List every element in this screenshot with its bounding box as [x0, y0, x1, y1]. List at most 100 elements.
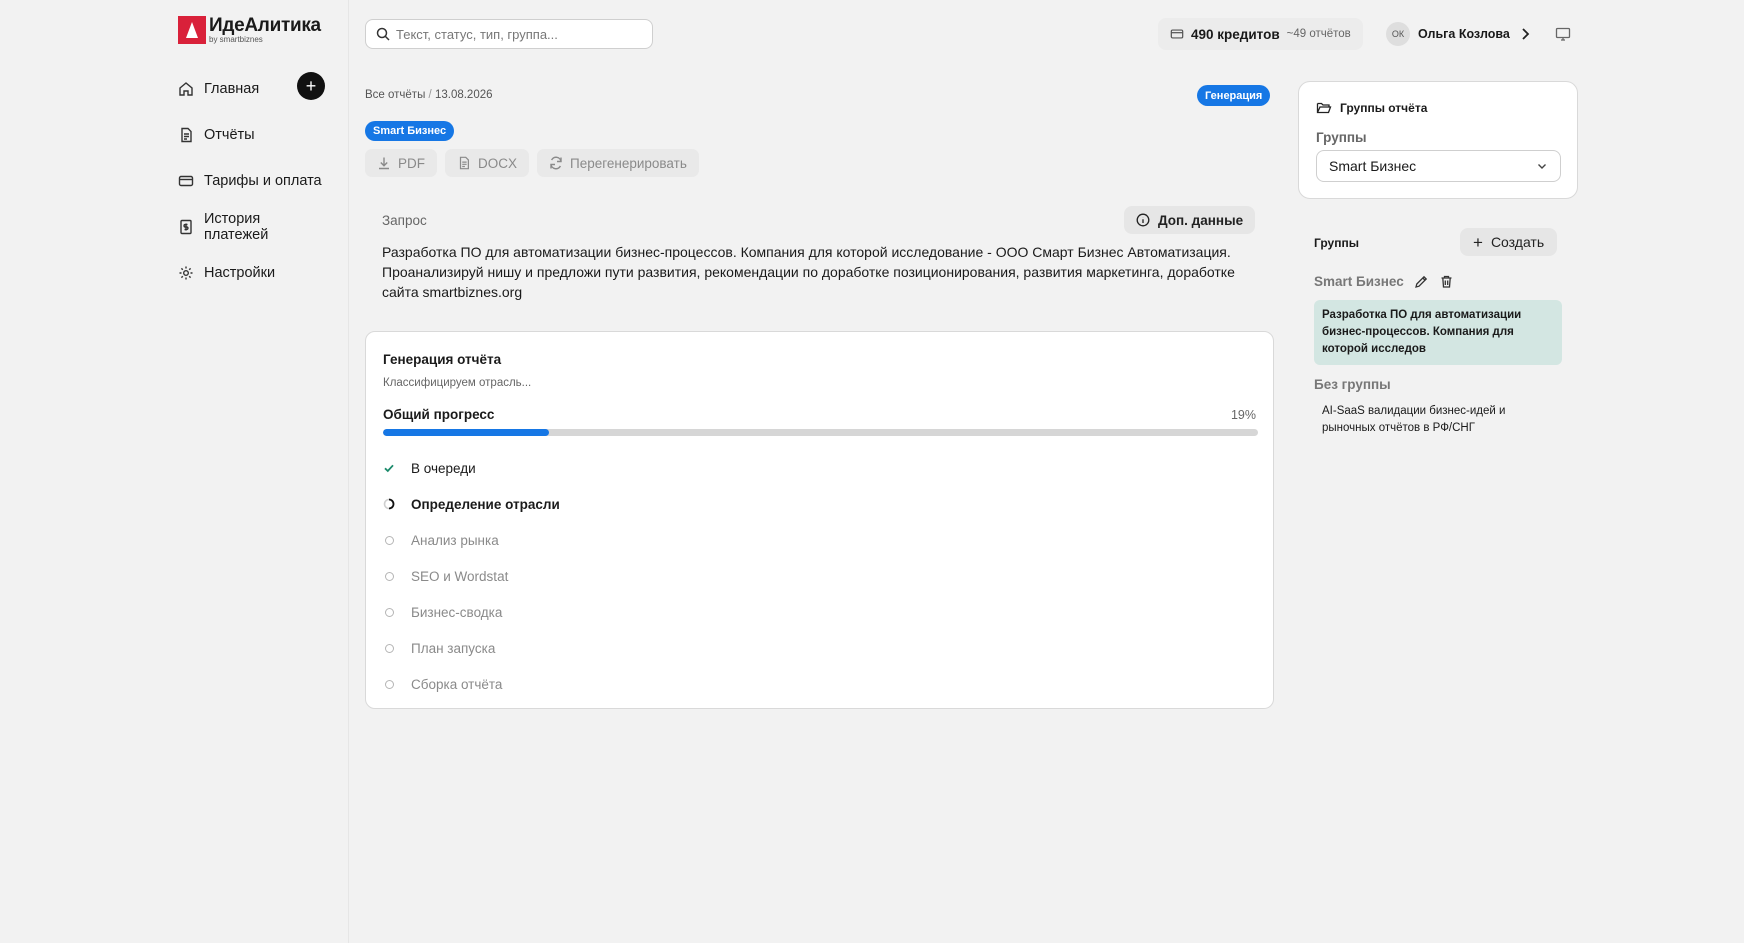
credits-reports: ~49 отчётов — [1286, 28, 1351, 40]
search-input[interactable] — [396, 26, 636, 42]
create-group-label: Создать — [1490, 234, 1545, 250]
gear-icon — [178, 265, 194, 281]
pending-dot-icon — [383, 642, 395, 654]
sidebar-nav: Главная Отчёты Тарифы и оплата История п… — [178, 66, 326, 296]
avatar: ОК — [1386, 22, 1410, 46]
refresh-icon — [549, 156, 563, 170]
document-icon — [457, 156, 471, 170]
user-name: Ольга Козлова — [1418, 27, 1510, 41]
search-icon — [376, 27, 390, 41]
report-actions: PDF DOCX Перегенерировать — [365, 149, 699, 177]
breadcrumb-separator: / — [428, 89, 432, 101]
progress-fill — [383, 429, 550, 436]
sidebar-item-reports[interactable]: Отчёты — [178, 112, 326, 158]
progress-bar — [383, 429, 1258, 436]
sidebar-item-home[interactable]: Главная — [178, 66, 326, 112]
generation-step-label: SEO и Wordstat — [411, 568, 509, 584]
generation-step: SEO и Wordstat — [383, 558, 560, 594]
generation-step-label: Определение отрасли — [411, 496, 560, 512]
progress-percent: 19% — [1230, 408, 1256, 422]
no-group-report-item[interactable]: AI-SaaS валидации бизнес-идей и рыночных… — [1314, 403, 1562, 437]
generation-step: Определение отрасли — [383, 486, 560, 522]
group-select-value: Smart Бизнес — [1329, 158, 1417, 174]
plus-icon: + — [1473, 232, 1483, 252]
pending-dot-icon — [383, 534, 395, 546]
query-label: Запрос — [382, 213, 427, 228]
report-groups-title: Группы отчёта — [1340, 101, 1428, 115]
folder-open-icon — [1316, 100, 1332, 116]
progress-label: Общий прогресс — [383, 407, 495, 422]
generation-subtitle: Классифицируем отрасль... — [383, 377, 532, 389]
download-icon — [377, 156, 391, 170]
generation-step: В очереди — [383, 450, 560, 486]
docx-label: DOCX — [478, 155, 518, 171]
generation-step: Сборка отчёта — [383, 666, 560, 702]
sidebar-item-label: Тарифы и оплата — [204, 173, 322, 189]
spinner-icon — [383, 498, 395, 510]
generation-step-label: В очереди — [411, 460, 476, 476]
sidebar: ИдеАлитика by smartbiznes + Главная Отчё… — [0, 0, 348, 943]
no-group-label: Без группы — [1314, 377, 1391, 392]
pencil-icon[interactable] — [1414, 274, 1429, 289]
report-groups-card: Группы отчёта Группы Smart Бизнес — [1298, 81, 1578, 199]
group-row: Smart Бизнес — [1314, 274, 1454, 289]
generation-step-label: Анализ рынка — [411, 532, 499, 548]
group-select[interactable]: Smart Бизнес — [1316, 150, 1561, 182]
logo-sub: by smartbiznes — [209, 35, 263, 44]
generation-step: Анализ рынка — [383, 522, 560, 558]
pdf-label: PDF — [398, 155, 425, 171]
generation-step-label: План запуска — [411, 640, 496, 656]
credit-card-icon — [178, 173, 194, 189]
docx-button[interactable]: DOCX — [445, 149, 530, 177]
logo-mark — [178, 16, 206, 44]
generation-step-label: Бизнес-сводка — [411, 604, 503, 620]
trash-icon[interactable] — [1439, 274, 1454, 289]
sidebar-item-payments[interactable]: История платежей — [178, 204, 326, 250]
status-badge: Генерация — [1197, 85, 1271, 106]
sidebar-item-tariffs[interactable]: Тарифы и оплата — [178, 158, 326, 204]
user-menu[interactable]: ОК Ольга Козлова — [1386, 22, 1532, 46]
credit-card-icon — [1170, 27, 1184, 41]
breadcrumb-root[interactable]: Все отчёты — [365, 89, 425, 101]
group-tag: Smart Бизнес — [365, 121, 455, 141]
breadcrumb-date: 13.08.2026 — [434, 89, 493, 101]
check-icon — [383, 462, 395, 474]
generation-steps: В очереди Определение отрасли Анализ рынка… — [383, 450, 560, 702]
sidebar-item-label: История платежей — [204, 211, 269, 243]
credits-amount: 490 кредитов — [1191, 26, 1280, 42]
breadcrumb: Все отчёты / 13.08.2026 — [365, 89, 493, 101]
chevron-down-icon — [1536, 160, 1548, 172]
query-text: Разработка ПО для автоматизации бизнес-п… — [382, 244, 1235, 300]
logo-name: ИдеАлитика — [209, 15, 321, 36]
group-report-item[interactable]: Разработка ПО для автоматизации бизнес-п… — [1314, 300, 1562, 365]
info-icon — [1136, 213, 1150, 227]
sidebar-item-settings[interactable]: Настройки — [178, 250, 326, 296]
home-icon — [178, 81, 194, 97]
sidebar-item-label: Настройки — [204, 265, 276, 281]
groups-title: Группы — [1314, 236, 1359, 250]
search-box[interactable] — [365, 19, 653, 49]
create-group-button[interactable]: + Создать — [1460, 228, 1558, 256]
pending-dot-icon — [383, 570, 395, 582]
logo[interactable]: ИдеАлитика by smartbiznes — [178, 16, 321, 44]
receipt-dollar-icon — [178, 219, 194, 235]
sidebar-item-label: Главная — [204, 81, 260, 97]
extra-data-label: Доп. данные — [1158, 212, 1244, 228]
group-name[interactable]: Smart Бизнес — [1314, 274, 1404, 289]
regenerate-label: Перегенерировать — [570, 155, 687, 171]
generation-card: Генерация отчёта Классифицируем отрасль.… — [365, 331, 1274, 709]
regenerate-button[interactable]: Перегенерировать — [537, 149, 699, 177]
chevron-right-icon[interactable] — [1518, 27, 1532, 41]
credits-badge[interactable]: 490 кредитов ~49 отчётов — [1158, 18, 1363, 50]
monitor-icon[interactable] — [1555, 26, 1571, 42]
sidebar-item-label: Отчёты — [204, 127, 255, 143]
pending-dot-icon — [383, 678, 395, 690]
pending-dot-icon — [383, 606, 395, 618]
generation-title: Генерация отчёта — [383, 352, 502, 367]
pdf-button[interactable]: PDF — [365, 149, 437, 177]
document-icon — [178, 127, 194, 143]
generation-step: Бизнес-сводка — [383, 594, 560, 630]
extra-data-button[interactable]: Доп. данные — [1124, 206, 1256, 234]
generation-step-label: Сборка отчёта — [411, 676, 503, 692]
report-groups-label: Группы — [1316, 130, 1367, 145]
